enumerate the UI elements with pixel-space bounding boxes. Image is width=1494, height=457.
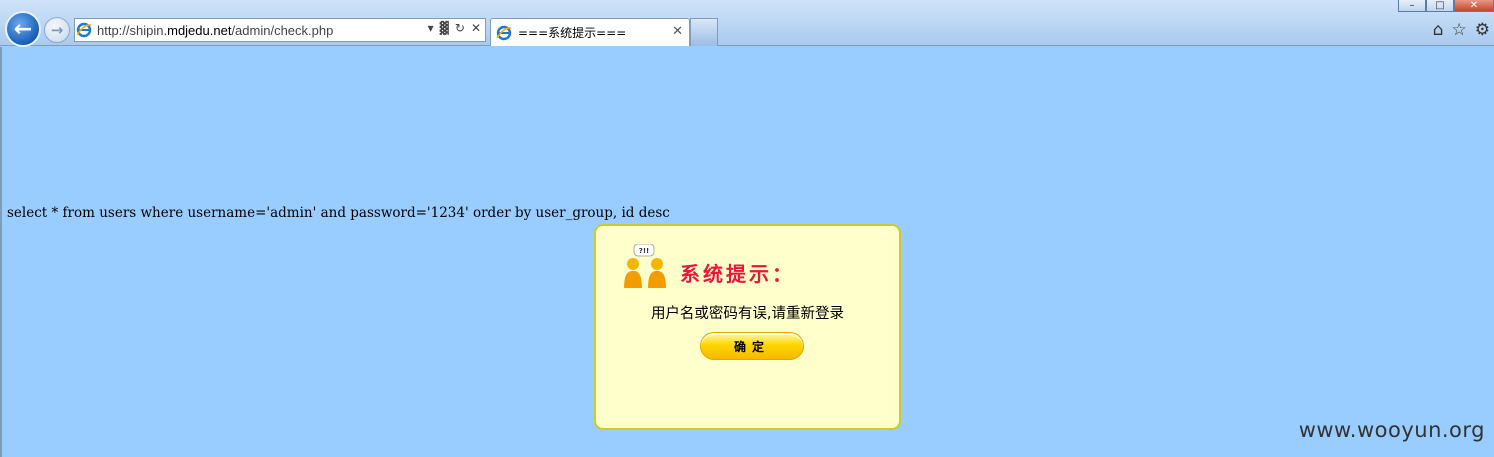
star-icon[interactable]: ☆: [1452, 20, 1467, 40]
window-controls: – □ ✕: [1398, 0, 1494, 12]
gear-icon[interactable]: ⚙: [1475, 20, 1490, 40]
url-prefix: http://shipin.: [97, 22, 168, 38]
toolbar-right-icons: ⌂ ☆ ⚙: [1433, 20, 1490, 40]
internet-explorer-icon: [75, 21, 93, 39]
url-text: http://shipin.mdjedu.net/admin/check.php: [97, 23, 333, 38]
tab-active[interactable]: ===系统提示=== ✕: [490, 18, 690, 46]
tab-close-icon[interactable]: ✕: [672, 24, 683, 39]
refresh-icon[interactable]: ↻: [455, 21, 465, 35]
dialog-message: 用户名或密码有误,请重新登录: [650, 306, 845, 322]
maximize-button[interactable]: □: [1426, 0, 1454, 12]
ok-button[interactable]: 确定: [700, 332, 804, 360]
compat-view-icon[interactable]: ▓: [440, 21, 449, 35]
page-content: select * from users where username='admi…: [0, 47, 1494, 457]
url-domain: mdjedu.net: [167, 22, 232, 38]
address-tools: ▾ ▓ ↻ ✕: [428, 21, 481, 35]
tab-title: ===系统提示===: [518, 26, 627, 40]
system-alert-dialog: ?!! 系统提示： 用户名或密码有误,请重新登录 确定: [594, 224, 901, 430]
close-window-button[interactable]: ✕: [1454, 0, 1494, 12]
dialog-heading: 系统提示：: [680, 262, 795, 286]
forward-button[interactable]: →: [44, 17, 70, 43]
back-arrow-icon: ←: [13, 16, 33, 42]
tab-ie-icon: [495, 24, 513, 42]
bubble-text: ?!!: [639, 247, 649, 255]
back-button[interactable]: ←: [5, 11, 41, 47]
watermark: www.wooyun.org: [1298, 418, 1485, 442]
dropdown-arrow-icon[interactable]: ▾: [428, 21, 434, 35]
home-icon[interactable]: ⌂: [1433, 20, 1444, 40]
forward-arrow-icon: →: [50, 21, 64, 39]
address-bar[interactable]: http://shipin.mdjedu.net/admin/check.php…: [74, 18, 486, 42]
browser-toolbar: ← → http://shipin.mdjedu.net/admin/check…: [0, 0, 1494, 47]
url-path: /admin/check.php: [231, 22, 334, 38]
sql-debug-output: select * from users where username='admi…: [7, 205, 670, 221]
minimize-button[interactable]: –: [1398, 0, 1426, 12]
two-people-icon: ?!!: [624, 244, 666, 288]
stop-icon[interactable]: ✕: [471, 21, 481, 35]
new-tab-button[interactable]: [690, 18, 718, 46]
